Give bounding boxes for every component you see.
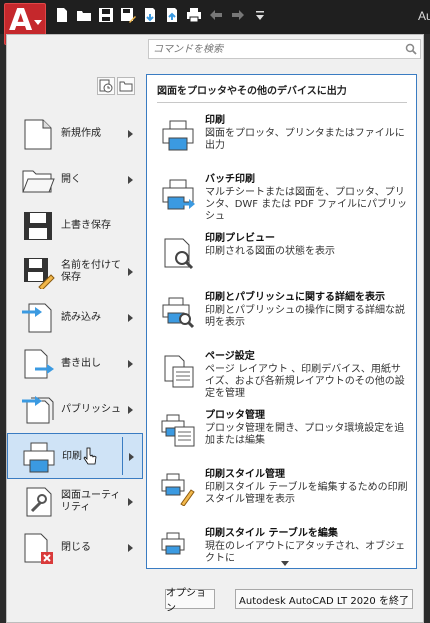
application-menu: 新規作成 開く 上書き保存 名前を付けて保存 [6, 34, 424, 623]
submenu-heading: 図面をプロッタやその他のデバイスに出力 [157, 81, 407, 103]
open-documents-icon[interactable] [117, 77, 135, 95]
new-document-icon [21, 117, 55, 151]
open-folder-icon [21, 163, 55, 197]
menu-command-list: 新規作成 開く 上書き保存 名前を付けて保存 読み込み 書き出し パブリッシュ … [7, 111, 143, 571]
submenu-item-plotter-manager[interactable]: プロッタ管理 プロッタ管理を開き、プロッタ環境設定を追加または編集 [147, 408, 416, 467]
command-search-box[interactable] [148, 39, 421, 59]
plot-preview-icon [161, 236, 195, 270]
menu-item-publish[interactable]: パブリッシュ [7, 387, 143, 433]
submenu-item-description: プロッタ管理を開き、プロッタ環境設定を追加または編集 [205, 423, 405, 446]
web-save-icon[interactable] [164, 7, 180, 23]
undo-icon[interactable] [208, 7, 224, 23]
split-button-divider [122, 437, 123, 475]
submenu-item-title: ページ設定 [205, 351, 255, 362]
window-title: Au [418, 9, 430, 23]
menu-item-label: 図面ユーティリティ [61, 490, 121, 513]
submenu-item-title: 印刷とパブリッシュに関する詳細を表示 [205, 292, 385, 303]
recent-documents-icon[interactable] [97, 77, 115, 95]
submenu-item-title: 印刷プレビュー [205, 233, 275, 244]
submenu-item-title: プロッタ管理 [205, 410, 265, 421]
menu-item-save-as[interactable]: 名前を付けて保存 [7, 249, 143, 295]
chevron-right-icon [128, 360, 133, 368]
save-as-icon[interactable] [120, 7, 136, 23]
import-icon [21, 301, 55, 335]
submenu-item-description: 図面をプロッタ、プリンタまたはファイルに出力 [205, 128, 405, 151]
menu-item-label: 上書き保存 [61, 220, 111, 231]
publish-icon [21, 393, 55, 427]
close-document-icon [21, 531, 55, 565]
options-button[interactable]: オプション [165, 588, 215, 614]
submenu-item-description: マルチシートまたは図面を、プロッタ、プリンタ、DWF または PDF ファイルに… [205, 187, 408, 222]
submenu-item-description: ページ レイアウト 、印刷デバイス、用紙サイズ、および各新規レイアウトのその他の… [205, 364, 405, 399]
mouse-cursor-icon [83, 447, 97, 465]
chevron-down-icon [34, 20, 42, 25]
scroll-down-icon[interactable] [281, 561, 289, 566]
submenu-item-description: 印刷される図面の状態を表示 [205, 246, 335, 257]
submenu-item-plot-style-manager[interactable]: 印刷スタイル管理 印刷スタイル テーブルを編集するための印刷スタイル管理を表示 [147, 467, 416, 526]
menu-item-drawing-utilities[interactable]: 図面ユーティリティ [7, 479, 143, 525]
submenu-item-batch-plot[interactable]: バッチ印刷 マルチシートまたは図面を、プロッタ、プリンタ、DWF または PDF… [147, 172, 416, 231]
plot-style-manager-icon [161, 472, 195, 507]
export-icon [21, 347, 55, 381]
chevron-right-icon[interactable] [129, 453, 134, 461]
menu-item-export[interactable]: 書き出し [7, 341, 143, 387]
menu-item-close[interactable]: 閉じる [7, 525, 143, 571]
search-input[interactable] [149, 40, 399, 58]
menu-item-label: パブリッシュ [61, 404, 121, 415]
print-submenu: 図面をプロッタやその他のデバイスに出力 印刷 図面をプロッタ、プリンタまたはファ… [146, 74, 417, 569]
customize-qat-icon[interactable] [252, 7, 268, 23]
plot-icon [161, 118, 195, 152]
print-icon [22, 440, 56, 474]
redo-icon[interactable] [230, 7, 246, 23]
menu-item-open[interactable]: 開く [7, 157, 143, 203]
menu-item-label: 書き出し [61, 358, 101, 369]
menu-item-label: 読み込み [61, 312, 101, 323]
submenu-item-plot-details[interactable]: 印刷とパブリッシュに関する詳細を表示 印刷とパブリッシュの操作に関する詳細な説明… [147, 290, 416, 349]
menu-item-label: 新規作成 [61, 128, 101, 139]
submenu-item-plot[interactable]: 印刷 図面をプロッタ、プリンタまたはファイルに出力 [147, 113, 416, 172]
menu-item-import[interactable]: 読み込み [7, 295, 143, 341]
page-setup-icon [161, 354, 195, 388]
edit-plot-style-icon [161, 531, 195, 565]
exit-application-button[interactable]: Autodesk AutoCAD LT 2020 を終了 [235, 589, 413, 609]
menu-item-print[interactable]: 印刷 [7, 433, 143, 479]
menu-item-new[interactable]: 新規作成 [7, 111, 143, 157]
submenu-item-title: バッチ印刷 [205, 174, 255, 185]
chevron-right-icon [128, 314, 133, 322]
save-as-icon [21, 255, 55, 291]
batch-plot-icon [161, 177, 195, 211]
title-bar: A LT Au [0, 0, 430, 45]
submenu-list: 印刷 図面をプロッタ、プリンタまたはファイルに出力 バッチ印刷 マルチシートまた… [147, 113, 416, 568]
submenu-item-description: 現在のレイアウトにアタッチされ、オブジェクトに [205, 541, 406, 564]
chevron-right-icon [128, 268, 133, 276]
submenu-item-title: 印刷 [205, 115, 225, 126]
view-toggle-group [97, 77, 135, 95]
chevron-right-icon [128, 130, 133, 138]
drawing-utilities-icon [21, 485, 55, 519]
plot-details-icon [161, 295, 195, 329]
quick-access-toolbar [54, 7, 268, 23]
menu-item-label: 名前を付けて保存 [61, 260, 121, 283]
web-open-icon[interactable] [142, 7, 158, 23]
submenu-item-title: 印刷スタイル管理 [205, 469, 285, 480]
menu-item-save[interactable]: 上書き保存 [7, 203, 143, 249]
menu-item-label: 閉じる [61, 542, 91, 553]
save-disk-icon [21, 209, 55, 243]
submenu-item-page-setup[interactable]: ページ設定 ページ レイアウト 、印刷デバイス、用紙サイズ、および各新規レイアウ… [147, 349, 416, 408]
search-icon[interactable] [405, 43, 417, 55]
submenu-item-title: 印刷スタイル テーブルを編集 [205, 528, 338, 539]
chevron-right-icon [128, 544, 133, 552]
menu-item-label: 開く [61, 174, 81, 185]
new-icon[interactable] [54, 7, 70, 23]
submenu-item-plot-preview[interactable]: 印刷プレビュー 印刷される図面の状態を表示 [147, 231, 416, 290]
chevron-right-icon [128, 406, 133, 414]
submenu-item-description: 印刷とパブリッシュの操作に関する詳細な説明を表示 [205, 305, 405, 328]
open-icon[interactable] [76, 7, 92, 23]
submenu-item-description: 印刷スタイル テーブルを編集するための印刷スタイル管理を表示 [205, 482, 408, 505]
chevron-right-icon [128, 176, 133, 184]
plot-icon[interactable] [186, 7, 202, 23]
plotter-manager-icon [161, 413, 195, 447]
chevron-right-icon [128, 498, 133, 506]
save-icon[interactable] [98, 7, 114, 23]
